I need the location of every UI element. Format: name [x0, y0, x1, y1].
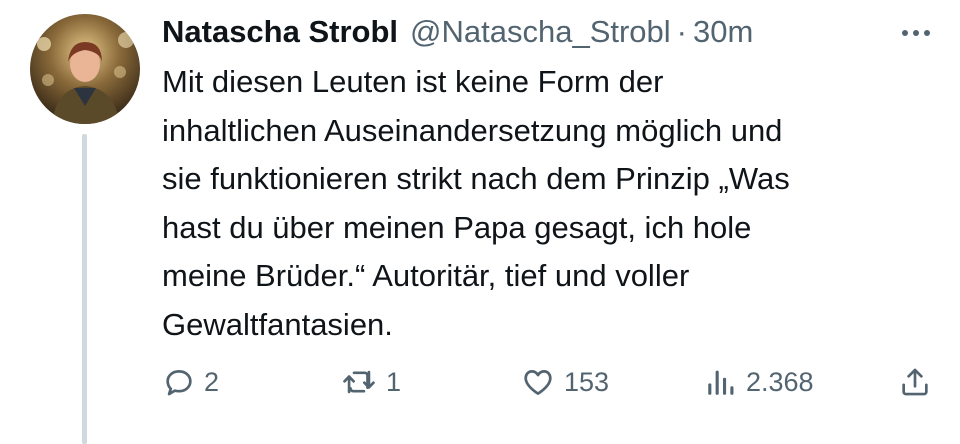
user-handle[interactable]: @Natascha_Strobl: [410, 12, 671, 52]
share-icon: [898, 365, 932, 399]
heart-icon: [520, 365, 556, 399]
tweet-header: Natascha Strobl @Natascha_Strobl · 30m: [162, 12, 753, 52]
retweet-button[interactable]: 1: [340, 360, 401, 404]
reply-button[interactable]: 2: [162, 360, 219, 404]
analytics-icon: [704, 365, 738, 399]
views-count: 2.368: [746, 367, 814, 397]
like-button[interactable]: 153: [520, 360, 609, 404]
share-button[interactable]: [898, 360, 932, 404]
separator-dot: ·: [676, 14, 687, 49]
tweet-text: Mit diesen Leuten ist keine Form der inh…: [162, 64, 790, 342]
timestamp[interactable]: 30m: [693, 12, 753, 52]
like-count: 153: [564, 367, 610, 397]
action-bar: 2 1 153 2.368: [162, 360, 942, 404]
reply-count: 2: [204, 367, 220, 397]
tweet: Natascha Strobl @Natascha_Strobl · 30m M…: [0, 0, 960, 444]
reply-icon: [162, 365, 196, 399]
retweet-icon: [340, 365, 378, 399]
more-horizontal-icon[interactable]: [898, 18, 934, 48]
avatar[interactable]: [30, 14, 140, 124]
avatar-image: [30, 14, 140, 124]
retweet-count: 1: [386, 367, 402, 397]
views-button[interactable]: 2.368: [704, 360, 814, 404]
thread-line: [82, 134, 87, 444]
display-name[interactable]: Natascha Strobl: [162, 12, 398, 52]
